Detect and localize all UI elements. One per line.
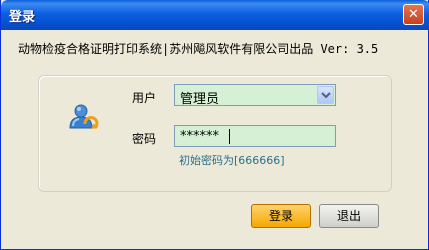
login-panel: 用户 管理员 密码 ****** 初始密码为[666666]	[38, 75, 392, 192]
window-title: 登录	[9, 10, 36, 25]
password-label: 密码	[132, 132, 157, 146]
password-hint: 初始密码为[666666]	[179, 154, 285, 167]
close-button[interactable]: ✕	[403, 4, 424, 25]
app-subtitle: 动物检疫合格证明打印系统|苏州飚风软件有限公司出品 Ver: 3.5	[18, 42, 379, 56]
close-icon: ✕	[408, 7, 419, 22]
login-button[interactable]: 登录	[251, 204, 311, 228]
login-dialog: 登录 ✕ 动物检疫合格证明打印系统|苏州飚风软件有限公司出品 Ver: 3.5 …	[0, 0, 429, 250]
user-select-value: 管理员	[180, 92, 220, 107]
password-field[interactable]: ******	[174, 125, 336, 147]
password-masked-value: ******	[180, 129, 219, 144]
title-bar[interactable]: 登录 ✕	[1, 0, 429, 30]
chevron-down-icon	[321, 92, 331, 99]
user-label: 用户	[132, 91, 157, 105]
user-select-dropdown-button[interactable]	[317, 86, 334, 104]
dialog-body: 动物检疫合格证明打印系统|苏州飚风软件有限公司出品 Ver: 3.5 用户 管理…	[4, 30, 425, 246]
user-icon	[67, 102, 99, 134]
user-select[interactable]: 管理员	[174, 84, 336, 107]
exit-button[interactable]: 退出	[319, 204, 379, 228]
text-caret	[229, 129, 230, 144]
